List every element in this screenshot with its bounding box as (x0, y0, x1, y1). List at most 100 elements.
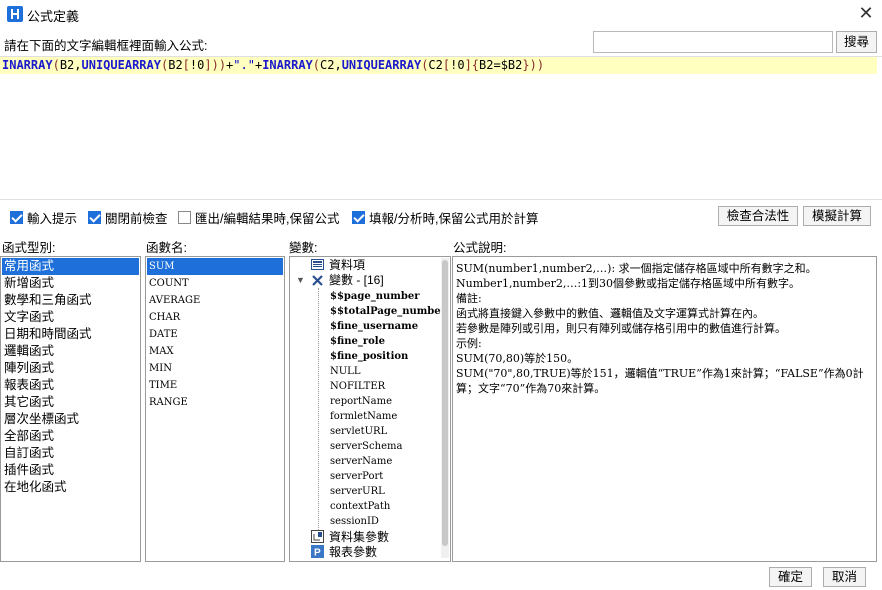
variable-item[interactable]: servletURL (330, 424, 387, 439)
description-label: 公式說明: (453, 241, 507, 255)
function-item[interactable]: COUNT (147, 275, 283, 292)
checkbox-box[interactable] (178, 211, 191, 224)
variable-item[interactable]: sessionID (330, 514, 379, 529)
variable-label: 變數: (289, 241, 318, 255)
checkbox-box[interactable] (10, 211, 23, 224)
formula-token: ] (464, 58, 472, 72)
formula-function-token: UNIQUEARRAY (81, 58, 161, 72)
category-item[interactable]: 邏輯函式 (2, 343, 139, 360)
category-item[interactable]: 文字函式 (2, 309, 139, 326)
window-title: 公式定義 (27, 9, 80, 24)
formula-editor[interactable] (0, 56, 882, 200)
formula-token: B2, (59, 58, 82, 72)
function-item[interactable]: CHAR (147, 309, 283, 326)
description-line: 若參數是陣列或引用，則只有陣列或儲存格引用中的數值進行計算。 (456, 322, 786, 335)
tree-guide-line (318, 288, 319, 532)
formula-token: !0 (450, 58, 465, 72)
description-panel (452, 256, 877, 562)
variable-item[interactable]: formletName (330, 409, 397, 424)
app-logo-icon (7, 6, 23, 22)
description-line: SUM(number1,number2,…): 求一個指定儲存格區域中所有數字之… (456, 262, 817, 275)
variable-item[interactable]: serverURL (330, 484, 385, 499)
function-item[interactable]: MIN (147, 360, 283, 377)
formula-token: C2, (320, 58, 342, 72)
function-item[interactable]: TIME (147, 377, 283, 394)
variable-item[interactable]: $fine_position (330, 349, 408, 364)
function-item[interactable]: DATE (147, 326, 283, 343)
title-bar (0, 0, 882, 28)
tree-dataset-params[interactable]: 資料集參數 (329, 530, 389, 545)
formula-token: )) (529, 58, 545, 72)
formula-text[interactable]: INARRAY(B2,UNIQUEARRAY(B2[!0]))+"."+INAR… (2, 57, 544, 74)
cancel-button[interactable]: 取消 (823, 567, 866, 587)
function-item[interactable]: RANGE (147, 394, 283, 411)
category-item[interactable]: 在地化函式 (2, 479, 139, 496)
svg-text:P: P (314, 548, 321, 559)
formula-function-token: INARRAY (262, 58, 313, 72)
keep-formula-export-checkbox[interactable]: 匯出/編輯結果時,保留公式 (178, 208, 339, 227)
simulate-button[interactable]: 模擬計算 (803, 206, 871, 226)
keep-formula-fill-checkbox[interactable]: 填報/分析時,保留公式用於計算 (352, 208, 538, 227)
collapse-arrow-icon[interactable]: ▼ (296, 273, 305, 288)
variable-item[interactable]: serverName (330, 454, 392, 469)
function-item[interactable]: AVERAGE (147, 292, 283, 309)
description-line: SUM("70",80,TRUE)等於151，邏輯值“TRUE”作為1來計算；“… (456, 367, 864, 380)
formula-token: ( (312, 58, 321, 72)
formula-token: [ (182, 58, 190, 72)
formula-token: ] (204, 58, 212, 72)
search-button[interactable]: 搜尋 (836, 31, 877, 53)
variable-item[interactable]: contextPath (330, 499, 390, 514)
prompt-label: 請在下面的文字編輯框裡面輸入公式: (4, 39, 208, 53)
close-icon[interactable]: ✕ (856, 3, 876, 23)
variable-item[interactable]: $fine_role (330, 334, 385, 349)
category-item[interactable]: 陣列函式 (2, 360, 139, 377)
dataset-item-icon (311, 259, 324, 270)
category-item[interactable]: 新增函式 (2, 275, 139, 292)
function-item[interactable]: MAX (147, 343, 283, 360)
function-list[interactable]: SUM COUNT AVERAGE CHAR DATE MAX MIN TIME RANGE (145, 256, 285, 562)
description-line: 備註: (456, 292, 482, 305)
description-line: 函式將直接鍵入參數中的數值、邏輯值及文字運算式計算在內。 (456, 307, 764, 320)
category-item[interactable]: 常用函式 (2, 258, 139, 275)
category-item[interactable]: 全部函式 (2, 428, 139, 445)
category-label: 函式型別: (2, 241, 56, 255)
function-item[interactable]: SUM (147, 258, 283, 275)
variable-item[interactable]: NULL (330, 364, 360, 379)
category-item[interactable]: 其它函式 (2, 394, 139, 411)
validate-button[interactable]: 檢查合法性 (718, 206, 798, 226)
function-label: 函數名: (146, 241, 187, 255)
formula-function-token: INARRAY (2, 58, 53, 72)
search-input[interactable] (593, 31, 833, 53)
formula-token: C2 (428, 58, 443, 72)
variable-group-icon (312, 275, 323, 286)
variable-scroll-thumb[interactable] (442, 260, 448, 546)
formula-token: !0 (189, 58, 205, 72)
category-item[interactable]: 數學和三角函式 (2, 292, 139, 309)
variable-item[interactable]: reportName (330, 394, 392, 409)
formula-token: { (471, 58, 480, 72)
category-item[interactable]: 報表函式 (2, 377, 139, 394)
category-list[interactable]: 常用函式 新增函式 數學和三角函式 文字函式 日期和時間函式 邏輯函式 陣列函式 報表函式 其它… (0, 256, 141, 562)
category-item[interactable]: 自訂函式 (2, 445, 139, 462)
variable-item[interactable]: $$totalPage_number (330, 304, 446, 319)
variable-item[interactable]: $fine_username (330, 319, 418, 334)
tree-variables-group[interactable]: 變數 - [16] (329, 273, 384, 288)
category-item[interactable]: 插件函式 (2, 462, 139, 479)
input-hint-checkbox[interactable]: 輸入提示 (10, 208, 77, 227)
check-before-close-checkbox[interactable]: 關閉前檢查 (88, 208, 168, 227)
formula-token: B2 (168, 58, 183, 72)
tree-dataset-item[interactable]: 資料項 (329, 258, 365, 273)
formula-token: ( (52, 58, 60, 72)
description-line: Number1,number2,…:1到30個參數或指定儲存格區域中所有數字。 (456, 277, 801, 290)
category-item[interactable]: 日期和時間函式 (2, 326, 139, 343)
category-item[interactable]: 層次坐標函式 (2, 411, 139, 428)
checkbox-box[interactable] (88, 211, 101, 224)
variable-item[interactable]: serverPort (330, 469, 383, 484)
ok-button[interactable]: 確定 (769, 567, 812, 587)
description-line: 算；文字“70”作為70來計算。 (456, 382, 606, 395)
variable-item[interactable]: $$page_number (330, 289, 420, 304)
checkbox-box[interactable] (352, 211, 365, 224)
variable-item[interactable]: NOFILTER (330, 379, 385, 394)
variable-item[interactable]: serverSchema (330, 439, 402, 454)
tree-report-params[interactable]: 報表參數 (329, 545, 377, 560)
